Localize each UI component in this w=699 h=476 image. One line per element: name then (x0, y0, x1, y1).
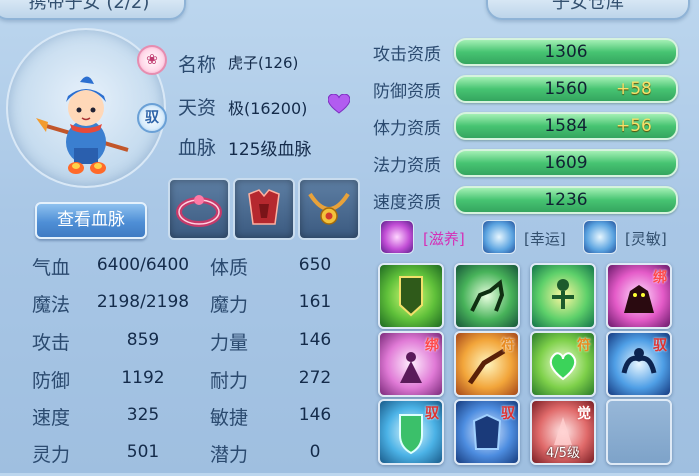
skill-tag: 觉 (577, 406, 591, 422)
stat-value: 146 (298, 405, 332, 425)
necklace-icon (308, 192, 350, 225)
talent-label: 天资 (178, 97, 217, 119)
stat-value: 161 (298, 292, 332, 312)
stat-label: 气血 (32, 257, 71, 279)
bloodline-label: 血脉 (178, 137, 217, 159)
tab-children-warehouse-label: 子女仓库 (552, 0, 624, 13)
equip-slot-necklace[interactable] (298, 178, 360, 240)
stat-row: 魔法 2198/2198 魔力 161 (0, 290, 360, 326)
bloodline-value: 125级血脉 (228, 140, 312, 160)
skill-slot[interactable] (378, 263, 444, 329)
aptitude-bar: 1560 +58 (454, 75, 678, 103)
stat-row: 速度 325 敏捷 146 (0, 403, 360, 439)
skill-slot-empty[interactable] (606, 399, 672, 465)
stat-label: 潜力 (210, 444, 249, 466)
stat-label: 速度 (32, 407, 71, 429)
stat-label: 敏捷 (210, 407, 249, 429)
skill-tag: 驭 (425, 406, 439, 422)
tab-children-warehouse[interactable]: 子女仓库 (486, 0, 690, 20)
special-skill-nourish: [滋养] (423, 230, 465, 248)
skill-slot[interactable]: 驭 (454, 399, 520, 465)
stat-label: 耐力 (210, 370, 249, 392)
stat-label: 防御 (32, 370, 71, 392)
aptitude-bar: 1236 (454, 186, 678, 214)
skill-tag: 绑 (425, 338, 439, 354)
ride-badge-icon: 驭 (137, 103, 167, 133)
special-skill-luck: [幸运] (524, 230, 566, 248)
lotus-badge-icon: ❀ (137, 45, 167, 75)
aptitude-bar: 1584 +56 (454, 112, 678, 140)
stat-row: 灵力 501 潜力 0 (0, 440, 360, 476)
stat-value: 0 (309, 442, 321, 462)
heart-icon (328, 94, 350, 114)
stat-value: 2198/2198 (96, 292, 190, 312)
spirit-dance-icon (552, 279, 574, 309)
stat-row: 防御 1192 耐力 272 (0, 366, 360, 402)
stat-value: 146 (298, 330, 332, 350)
shield-banner-icon (399, 276, 423, 317)
aptitude-value: 1306 (544, 42, 588, 62)
talent-value: 极(16200) (228, 99, 308, 118)
stat-row: 气血 6400/6400 体质 650 (0, 253, 360, 289)
skill-slot[interactable]: 驭 (378, 399, 444, 465)
skill-tag: 绑 (653, 270, 667, 286)
skill-slot[interactable]: 觉 4/5级 (530, 399, 596, 465)
centaur-icon (470, 279, 505, 312)
skill-slot[interactable]: 驭 (606, 331, 672, 397)
skill-slot[interactable] (530, 263, 596, 329)
equip-slot-ring[interactable] (168, 178, 230, 240)
skill-slot[interactable]: 绑 (606, 263, 672, 329)
name-value: 虎子(126) (228, 54, 299, 72)
aptitude-label: 法力资质 (373, 156, 441, 176)
special-skill-agility: [灵敏] (625, 230, 667, 248)
stat-label: 体质 (210, 257, 249, 279)
skill-slot[interactable]: 符 (454, 331, 520, 397)
aptitude-bonus: +56 (616, 116, 652, 136)
skill-slot[interactable]: 绑 (378, 331, 444, 397)
tab-carried-children[interactable]: 携带子女 (2/2) (0, 0, 186, 20)
tab-carried-children-label: 携带子女 (2/2) (28, 0, 150, 13)
skill-slot[interactable] (454, 263, 520, 329)
skill-tag: 符 (501, 338, 515, 354)
stat-label: 灵力 (32, 444, 71, 466)
aptitude-label: 防御资质 (373, 82, 441, 102)
stat-value: 859 (126, 330, 160, 350)
aptitude-bar: 1306 (454, 38, 678, 66)
stat-label: 魔力 (210, 294, 249, 316)
aptitude-value: 1609 (544, 153, 588, 173)
stat-value: 1192 (121, 368, 165, 388)
stat-value: 325 (126, 405, 160, 425)
aptitude-label: 体力资质 (373, 119, 441, 139)
aptitude-bonus: +58 (616, 79, 652, 99)
nourish-skill-icon[interactable] (380, 220, 414, 254)
equip-slot-armor[interactable] (233, 178, 295, 240)
stat-row: 攻击 859 力量 146 (0, 328, 360, 364)
skill-level: 4/5级 (546, 446, 580, 461)
skill-tag: 驭 (653, 338, 667, 354)
armor-icon (248, 189, 280, 225)
stat-label: 攻击 (32, 332, 71, 354)
name-label: 名称 (178, 54, 217, 76)
stat-label: 力量 (210, 332, 249, 354)
aptitude-label: 攻击资质 (373, 45, 441, 65)
agility-skill-icon[interactable] (583, 220, 617, 254)
stat-value: 6400/6400 (96, 255, 190, 275)
stat-value: 501 (126, 442, 160, 462)
skill-slot[interactable]: 符 (530, 331, 596, 397)
stat-value: 272 (298, 368, 332, 388)
aptitude-bar: 1609 (454, 149, 678, 177)
stat-value: 650 (298, 255, 332, 275)
skill-tag: 符 (577, 338, 591, 354)
luck-skill-icon[interactable] (482, 220, 516, 254)
bracelet-icon (176, 195, 222, 227)
aptitude-label: 速度资质 (373, 193, 441, 213)
stat-label: 魔法 (32, 294, 71, 316)
view-bloodline-button[interactable]: 查看血脉 (35, 202, 147, 239)
skill-tag: 驭 (501, 406, 515, 422)
aptitude-value: 1236 (544, 190, 588, 210)
